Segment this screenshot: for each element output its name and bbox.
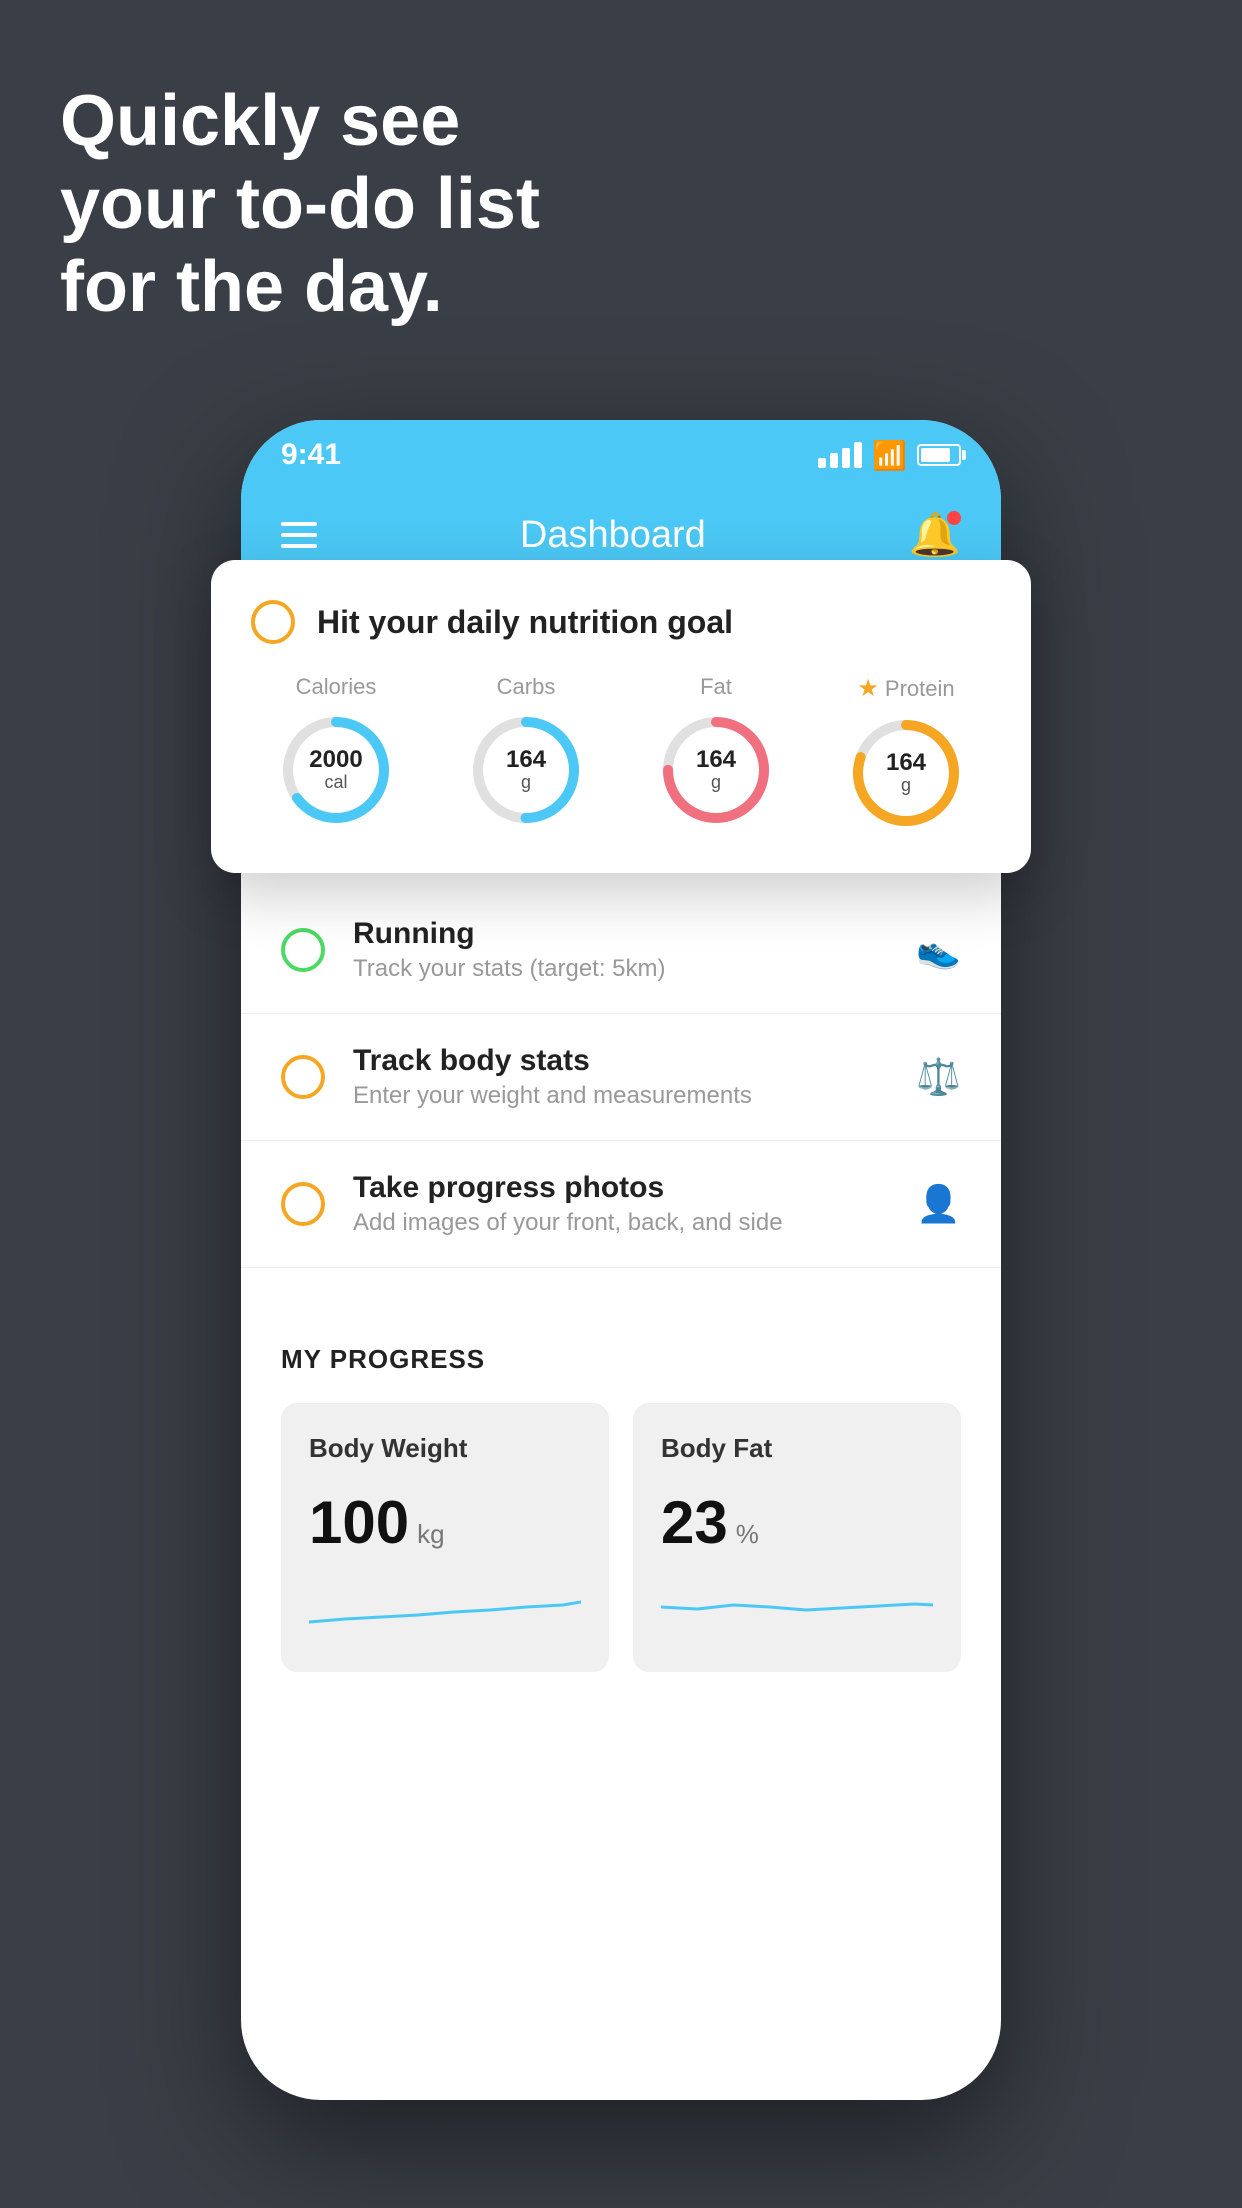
calories-stat: Calories 2000 cal [276, 674, 396, 833]
nutrition-title: Hit your daily nutrition goal [317, 604, 733, 641]
bodystats-radio[interactable] [281, 1055, 325, 1099]
carbs-label: Carbs [497, 674, 556, 700]
body-weight-chart [309, 1577, 581, 1637]
nutrition-card: Hit your daily nutrition goal Calories 2… [211, 560, 1031, 873]
progress-section: MY PROGRESS Body Weight 100 kg Body Fat … [241, 1308, 1001, 1708]
body-weight-label: Body Weight [309, 1433, 581, 1464]
star-icon: ★ [857, 674, 879, 703]
body-fat-value-container: 23 % [661, 1488, 933, 1557]
body-weight-value: 100 [309, 1488, 409, 1557]
progress-title: MY PROGRESS [281, 1344, 961, 1375]
calories-label: Calories [296, 674, 377, 700]
status-bar: 9:41 📶 [241, 420, 1001, 490]
photos-title: Take progress photos [353, 1171, 888, 1205]
carbs-value: 164 [506, 747, 546, 773]
hero-text: Quickly see your to-do list for the day. [60, 80, 540, 328]
body-fat-card[interactable]: Body Fat 23 % [633, 1403, 961, 1672]
photos-subtitle: Add images of your front, back, and side [353, 1209, 888, 1237]
status-time: 9:41 [281, 438, 341, 472]
nutrition-card-header: Hit your daily nutrition goal [251, 600, 991, 644]
protein-stat: ★ Protein 164 g [846, 674, 966, 833]
bodystats-title: Track body stats [353, 1044, 888, 1078]
carbs-donut: 164 g [466, 710, 586, 830]
bodystats-text: Track body stats Enter your weight and m… [353, 1044, 888, 1110]
bodystats-icon: ⚖️ [916, 1056, 961, 1098]
body-weight-value-container: 100 kg [309, 1488, 581, 1557]
wifi-icon: 📶 [872, 439, 907, 472]
photos-icon: 👤 [916, 1183, 961, 1225]
fat-stat: Fat 164 g [656, 674, 776, 833]
list-item[interactable]: Running Track your stats (target: 5km) 👟 [241, 887, 1001, 1014]
todo-list: Running Track your stats (target: 5km) 👟… [241, 887, 1001, 1268]
photos-radio[interactable] [281, 1182, 325, 1226]
status-icons: 📶 [818, 439, 961, 472]
body-fat-chart [661, 1577, 933, 1637]
protein-label-container: ★ Protein [857, 674, 954, 703]
body-fat-value: 23 [661, 1488, 728, 1557]
bodystats-subtitle: Enter your weight and measurements [353, 1082, 888, 1110]
body-weight-unit: kg [417, 1519, 444, 1550]
running-subtitle: Track your stats (target: 5km) [353, 955, 888, 983]
photos-text: Take progress photos Add images of your … [353, 1171, 888, 1237]
calories-value: 2000 [309, 747, 362, 773]
running-title: Running [353, 917, 888, 951]
calories-donut: 2000 cal [276, 710, 396, 830]
menu-button[interactable] [281, 522, 317, 548]
running-radio[interactable] [281, 928, 325, 972]
notification-badge [947, 511, 961, 525]
battery-icon [917, 444, 961, 466]
body-fat-unit: % [736, 1519, 759, 1550]
signal-icon [818, 442, 862, 468]
fat-label: Fat [700, 674, 732, 700]
notification-button[interactable]: 🔔 [909, 511, 961, 560]
fat-value: 164 [696, 747, 736, 773]
carbs-stat: Carbs 164 g [466, 674, 586, 833]
running-icon: 👟 [916, 929, 961, 971]
running-text: Running Track your stats (target: 5km) [353, 917, 888, 983]
body-fat-label: Body Fat [661, 1433, 933, 1464]
fat-donut: 164 g [656, 710, 776, 830]
progress-cards: Body Weight 100 kg Body Fat 23 % [281, 1403, 961, 1672]
list-item[interactable]: Take progress photos Add images of your … [241, 1141, 1001, 1268]
protein-unit: g [886, 776, 926, 796]
nutrition-stats: Calories 2000 cal Carbs [251, 674, 991, 833]
calories-unit: cal [309, 773, 362, 793]
list-item[interactable]: Track body stats Enter your weight and m… [241, 1014, 1001, 1141]
body-weight-card[interactable]: Body Weight 100 kg [281, 1403, 609, 1672]
protein-donut: 164 g [846, 713, 966, 833]
protein-label: Protein [885, 676, 955, 702]
fat-unit: g [696, 773, 736, 793]
carbs-unit: g [506, 773, 546, 793]
nav-title: Dashboard [520, 514, 706, 557]
protein-value: 164 [886, 750, 926, 776]
nutrition-radio[interactable] [251, 600, 295, 644]
